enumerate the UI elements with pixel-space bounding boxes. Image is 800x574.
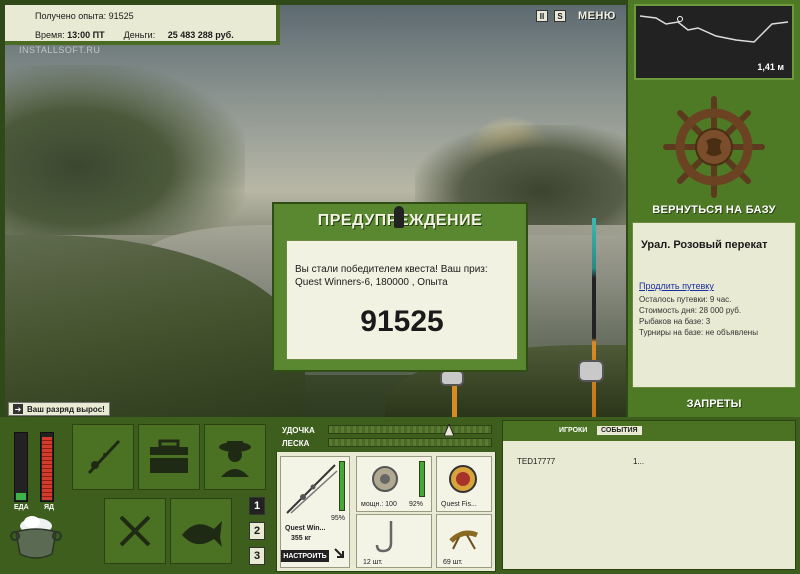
- bait-count: 69 шт.: [443, 559, 463, 566]
- page-button-3[interactable]: 3: [249, 547, 265, 565]
- rod-reel[interactable]: [578, 360, 604, 382]
- food-bar: [14, 432, 28, 502]
- page-button-1[interactable]: 1: [249, 497, 265, 515]
- pin-icon: [394, 206, 404, 228]
- money-label: Деньги:: [123, 30, 156, 40]
- arrow-down-right-icon[interactable]: [334, 548, 346, 560]
- xp-value: 91525: [108, 11, 134, 21]
- reel-power: мощн.: 100: [361, 501, 397, 508]
- food-pot-icon[interactable]: [10, 512, 62, 564]
- player-info-panel: Получено опыта: 91525 Время: 13:00 ПТ Де…: [5, 5, 280, 45]
- setup-button[interactable]: НАСТРОИТЬ: [281, 550, 329, 562]
- permit-remaining: Осталось путевки: 9 час.: [639, 295, 732, 304]
- rod-icon: [286, 464, 338, 514]
- food-label: ЕДА: [14, 504, 29, 511]
- watermark: INSTALLSOFT.RU: [19, 45, 101, 55]
- page-button-2[interactable]: 2: [249, 522, 265, 540]
- bait-slot[interactable]: 69 шт.: [436, 514, 492, 568]
- menu-button[interactable]: МЕНЮ: [578, 10, 616, 22]
- sound-icon[interactable]: S: [554, 10, 566, 22]
- dialog-xp-value: 91525: [360, 305, 444, 338]
- angler-tile[interactable]: [204, 424, 266, 490]
- hook-slot[interactable]: 12 шт.: [356, 514, 432, 568]
- rod-condition-bar: [339, 461, 345, 511]
- depth-value: 1,41 м: [757, 62, 784, 72]
- rod-strength-label: УДОЧКА: [282, 426, 315, 435]
- rod-reel-2[interactable]: [440, 370, 464, 386]
- hook-icon: [375, 521, 393, 553]
- tackle-box-tile[interactable]: [138, 424, 200, 490]
- tackle-header: УДОЧКА ЛЕСКА: [276, 420, 496, 452]
- top-toolbar: II S МЕНЮ: [536, 10, 616, 22]
- day-cost: Стоимость дня: 28 000 руб.: [639, 306, 742, 315]
- bans-button[interactable]: ЗАПРЕТЫ: [628, 398, 800, 410]
- list-item[interactable]: TED17777 1...: [517, 457, 787, 466]
- arrow-right-icon: ➜: [13, 404, 23, 414]
- reel-percent: 92%: [409, 501, 424, 508]
- tackle-box-icon: [150, 439, 188, 473]
- kitchen-tile[interactable]: [104, 498, 166, 564]
- dialog-message: Вы стали победителем квеста! Ваш приз: Q…: [295, 264, 488, 288]
- dialog-body: Вы стали победителем квеста! Ваш приз: Q…: [286, 240, 518, 360]
- time-label: Время:: [35, 30, 65, 40]
- line-slot[interactable]: Quest Fis...: [436, 456, 492, 512]
- angler-icon: [219, 441, 251, 477]
- time-value: 13:00 ПТ: [67, 30, 105, 40]
- money-value: 25 483 288 руб.: [167, 30, 234, 40]
- fishers-count: Рыбаков на базе: 3: [639, 317, 711, 326]
- line-strength-label: ЛЕСКА: [282, 439, 310, 448]
- rod-tackle-icon: [87, 439, 121, 475]
- fishing-rod[interactable]: [592, 218, 596, 418]
- rod-name: Quest Win...: [285, 525, 326, 532]
- location-panel: Урал. Розовый перекат Продлить путевку О…: [632, 222, 796, 388]
- events-panel: ИГРОКИ СОБЫТИЯ TED17777 1...: [502, 420, 796, 570]
- event-value: 1...: [633, 457, 645, 466]
- rod-percent: 95%: [330, 515, 345, 522]
- line-strength-bar: [328, 438, 492, 447]
- reel-condition-bar: [419, 461, 425, 497]
- status-bars: ЕДА ЯД: [6, 422, 64, 511]
- extend-permit-link[interactable]: Продлить путевку: [639, 281, 714, 291]
- tab-players[interactable]: ИГРОКИ: [555, 426, 591, 435]
- fish-tile[interactable]: [170, 498, 232, 564]
- knife-fork-icon: [119, 515, 151, 547]
- grasshopper-bait-icon: [449, 530, 478, 550]
- depth-profile: 1,41 м: [634, 4, 794, 80]
- ship-wheel-icon[interactable]: [662, 95, 766, 199]
- rod-weight: 355 кг: [291, 535, 312, 542]
- event-player: TED17777: [517, 457, 556, 466]
- pause-icon[interactable]: II: [536, 10, 548, 22]
- tournaments-info: Турниры на базе: не объявлены: [639, 328, 758, 337]
- rank-up-text: Ваш разряд вырос!: [27, 404, 105, 414]
- poison-bar: [40, 432, 54, 502]
- reel-icon: [372, 466, 398, 492]
- xp-label: Получено опыта:: [35, 11, 107, 21]
- line-name: Quest Fis...: [441, 501, 477, 508]
- rod-strength-bar: [328, 425, 492, 434]
- location-name: Урал. Розовый перекат: [641, 239, 768, 251]
- rank-up-message[interactable]: ➜ Ваш разряд вырос!: [8, 402, 110, 416]
- warning-dialog[interactable]: ПРЕДУПРЕЖДЕНИЕ Вы стали победителем квес…: [272, 202, 528, 372]
- tab-events[interactable]: СОБЫТИЯ: [597, 426, 642, 435]
- fish-icon: [182, 521, 222, 547]
- poison-bar-fill: [42, 437, 52, 500]
- poison-label: ЯД: [44, 504, 55, 511]
- hook-count: 12 шт.: [363, 559, 383, 566]
- events-header: ИГРОКИ СОБЫТИЯ: [503, 421, 795, 441]
- triangle-marker-icon: [444, 424, 454, 436]
- food-bar-fill: [16, 493, 26, 500]
- trees-left: [5, 65, 245, 235]
- reel-slot[interactable]: мощн.: 100 92%: [356, 456, 432, 512]
- return-to-base-button[interactable]: ВЕРНУТЬСЯ НА БАЗУ: [628, 204, 800, 216]
- line-spool-icon: [449, 465, 477, 493]
- tackle-tile[interactable]: [72, 424, 134, 490]
